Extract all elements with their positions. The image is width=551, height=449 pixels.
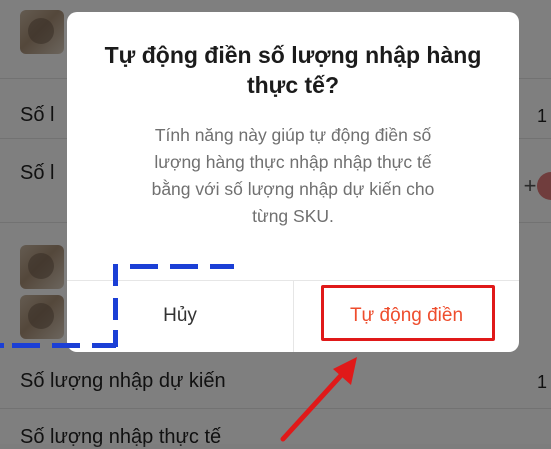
dialog-title: Tự động điền số lượng nhập hàng thực tế? [87, 40, 499, 100]
cancel-button[interactable]: Hủy [67, 280, 293, 352]
dialog-message: Tính năng này giúp tự động điền số lượng… [107, 122, 479, 230]
dialog-message-line: lượng hàng thực nhập nhập thực tế [154, 152, 432, 172]
dialog-title-line: thực tế? [246, 72, 340, 98]
highlight-box [321, 285, 495, 341]
dialog-title-line: Tự động điền số lượng nhập hàng [104, 42, 482, 68]
pointer-arrow-icon [280, 357, 357, 442]
dialog-message-line: từng SKU. [252, 206, 334, 226]
dialog-message-line: bằng với số lượng nhập dự kiến cho [151, 179, 435, 199]
dialog-message-line: Tính năng này giúp tự động điền số [154, 125, 432, 145]
